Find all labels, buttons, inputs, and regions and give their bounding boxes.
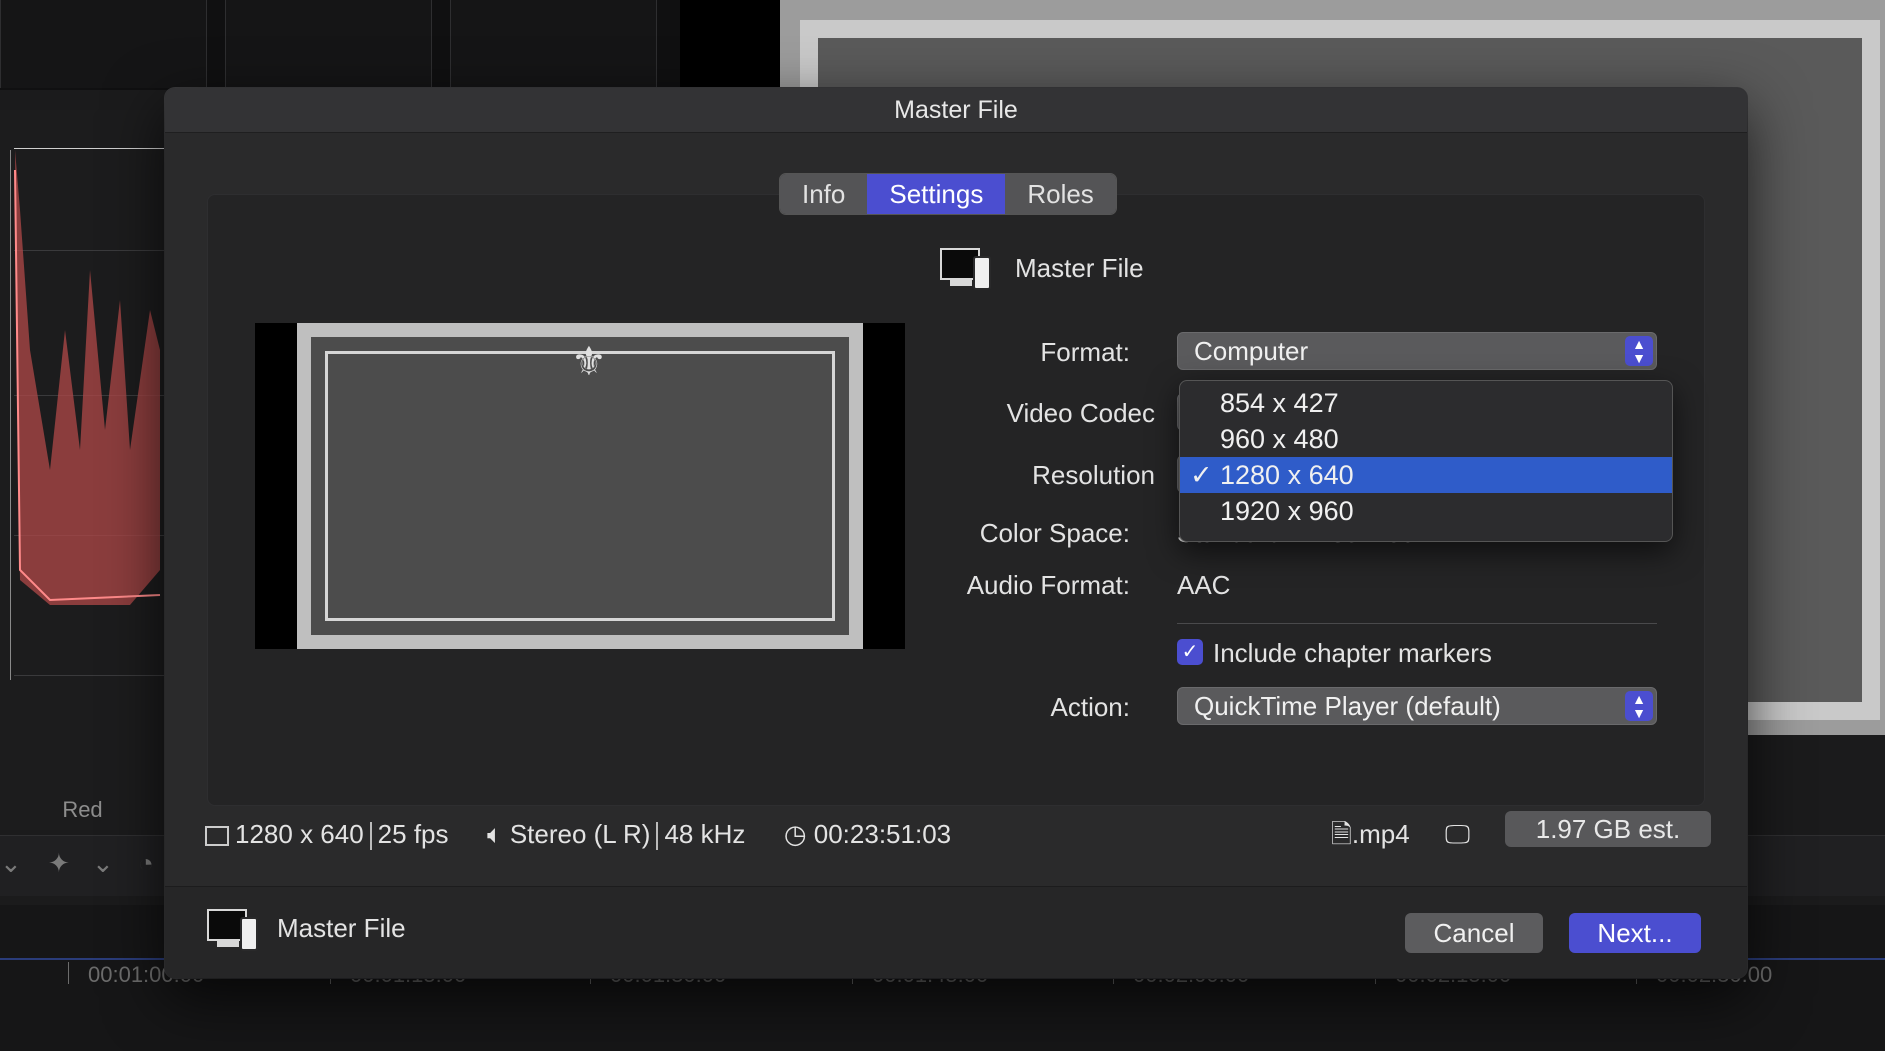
tab-bar: Info Settings Roles [779, 173, 1117, 215]
format-value: Computer [1194, 336, 1309, 366]
resolution-label: Resolution [1032, 460, 1155, 490]
background-cell [450, 0, 657, 88]
display-icon: 🖵︎ [1445, 819, 1471, 849]
color-space-label: Color Space: [979, 518, 1130, 548]
background-cell [0, 0, 207, 88]
resolution-option[interactable]: 854 x 427 [1180, 385, 1672, 421]
format-label: Format: [1040, 337, 1130, 367]
checkmark-icon: ✓ [1190, 460, 1213, 490]
computer-device-icon [207, 909, 259, 953]
summary-duration: 00:23:51:03 [813, 819, 952, 849]
clock-icon: ◷ [783, 819, 807, 849]
chevron-down-icon[interactable]: ⌄ [92, 848, 114, 879]
tab-settings[interactable]: Settings [867, 174, 1006, 214]
dialog-footer: Master File Cancel Next... [165, 886, 1747, 978]
next-button[interactable]: Next... [1569, 913, 1701, 953]
document-icon: 🗎︎ [1331, 819, 1352, 849]
summary-audio: Stereo (L R) [509, 819, 651, 849]
magic-wand-icon[interactable]: ✦ [48, 848, 70, 879]
stepper-icon: ▲▼ [1625, 336, 1653, 366]
summary-extension: .mp4 [1351, 819, 1410, 849]
audio-format-label: Audio Format: [966, 570, 1130, 600]
dialog-title: Master File [894, 96, 1018, 124]
background-black-area [680, 0, 780, 90]
size-estimate: 1.97 GB est. [1505, 811, 1711, 847]
resolution-option[interactable]: 1920 x 960 [1180, 493, 1672, 529]
background-cell [225, 0, 432, 88]
chapter-markers-label[interactable]: Include chapter markers [1213, 638, 1492, 669]
preset-name: Master File [1015, 253, 1144, 283]
summary-sample-rate: 48 kHz [664, 819, 746, 849]
speaker-icon: 🔈︎ [486, 819, 503, 849]
action-popup[interactable]: QuickTime Player (default) ▲ ▼ [1177, 687, 1657, 725]
audio-format-value: AAC [1177, 570, 1231, 600]
share-dialog: Master File Info Settings Roles Master F… [165, 88, 1747, 978]
summary-bar: 1280 x 640 25 fps 🔈︎ Stereo (L R) 48 kHz ◷… [205, 816, 951, 852]
summary-fps: 25 fps [377, 819, 449, 849]
format-popup[interactable]: Computer ▲ ▼ [1177, 332, 1657, 370]
chevron-down-icon[interactable]: ⌄ [0, 848, 22, 879]
speed-icon[interactable]: ◔ [138, 848, 154, 879]
fleur-de-lis-icon: ⚜ [571, 340, 607, 384]
tab-info[interactable]: Info [780, 174, 868, 214]
resolution-menu: 854 x 427 960 x 480 ✓ 1280 x 640 1920 x … [1179, 380, 1673, 542]
chapter-markers-checkbox[interactable]: ✓ [1177, 639, 1203, 665]
divider [1177, 623, 1657, 624]
video-preview: ⚜ [255, 323, 905, 649]
action-label: Action: [1050, 692, 1131, 722]
computer-device-icon [940, 248, 992, 292]
resolution-option-selected[interactable]: ✓ 1280 x 640 [1180, 457, 1672, 493]
stepper-icon: ▲▼ [1625, 691, 1653, 721]
summary-resolution: 1280 x 640 [235, 819, 364, 849]
video-scope [0, 110, 165, 830]
scope-channel-label: Red [62, 797, 103, 822]
cancel-button[interactable]: Cancel [1405, 913, 1543, 953]
frame-size-icon [205, 826, 229, 847]
footer-preset-name: Master File [277, 913, 406, 943]
action-value: QuickTime Player (default) [1194, 691, 1501, 721]
tab-roles[interactable]: Roles [1005, 174, 1116, 214]
waveform-trace [14, 150, 161, 605]
resolution-option[interactable]: 960 x 480 [1180, 421, 1672, 457]
file-type: 🗎︎.mp4 [1331, 816, 1410, 852]
video-codec-label: Video Codec [1006, 398, 1155, 428]
